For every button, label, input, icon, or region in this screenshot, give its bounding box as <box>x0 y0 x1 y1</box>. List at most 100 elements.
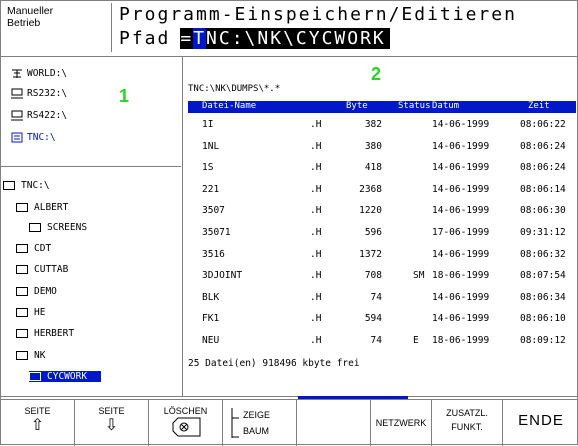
file-ext: .H <box>310 140 322 152</box>
tree-icon <box>231 408 239 438</box>
serial-port-icon <box>11 88 23 99</box>
tree-item-screens[interactable]: SCREENS <box>29 222 87 233</box>
file-status: E <box>413 335 419 346</box>
file-name: 221 <box>202 183 220 195</box>
file-row[interactable]: 221 .H 2368 14-06-1999 08:06:14 <box>188 184 576 202</box>
tree-label: CYCWORK <box>47 371 88 382</box>
path-label: Pfad <box>119 28 171 49</box>
network-icon <box>12 69 22 78</box>
tree-item-he[interactable]: HE <box>16 307 45 318</box>
softkey-label: ZUSATZL. <box>446 408 488 418</box>
softkey-page-up[interactable]: SEITE ⇧ <box>1 399 75 446</box>
tree-label: HERBERT <box>34 328 75 339</box>
drive-tnc[interactable]: TNC:\ <box>11 132 56 143</box>
file-date: 14-06-1999 <box>432 205 490 217</box>
tree-item-tnc[interactable]: TNC:\ <box>3 180 50 191</box>
file-size: 1372 <box>359 248 382 260</box>
tree-label: CDT <box>34 243 52 254</box>
drive-world[interactable]: WORLD:\ <box>11 68 67 79</box>
tree-item-cdt[interactable]: CDT <box>16 243 51 254</box>
softkey-empty[interactable] <box>297 399 371 446</box>
column-byte[interactable]: Byte <box>346 101 368 111</box>
tree-item-cycwork[interactable]: CYCWORK <box>29 371 102 382</box>
softkey-label: NETZWERK <box>375 418 427 428</box>
header-bar: Manueller Betrieb Programm-Einspeichern/… <box>1 1 578 57</box>
drive-label: TNC:\ <box>27 132 56 143</box>
file-date: 14-06-1999 <box>432 162 490 174</box>
tree-item-albert[interactable]: ALBERT <box>16 202 68 213</box>
file-name: FK1 <box>202 313 220 325</box>
column-date[interactable]: Datum <box>432 101 459 111</box>
file-date: 14-06-1999 <box>432 313 490 325</box>
softkey-show-tree[interactable]: ZEIGE BAUM <box>223 399 297 446</box>
softkey-end[interactable]: ENDE <box>503 399 578 446</box>
softkey-page-down[interactable]: SEITE ⇩ <box>75 399 149 446</box>
softkey-network[interactable]: NETZWERK <box>371 399 432 446</box>
file-size: 1220 <box>359 205 382 217</box>
file-size: 418 <box>364 162 382 174</box>
file-row[interactable]: 1S .H 418 14-06-1999 08:06:24 <box>188 162 576 180</box>
tree-label: DEMO <box>34 286 57 297</box>
tree-item-nk[interactable]: NK <box>16 350 45 361</box>
file-row[interactable]: BLK .H 74 14-06-1999 08:06:34 <box>188 292 576 310</box>
softkey-delete[interactable]: LÖSCHEN <box>149 399 223 446</box>
tree-label: HE <box>34 307 46 318</box>
softkey-label: FUNKT. <box>451 422 483 432</box>
drive-rs422[interactable]: RS422:\ <box>11 110 67 121</box>
file-time: 08:06:10 <box>520 313 566 325</box>
file-row[interactable]: 3507 .H 1220 14-06-1999 08:06:30 <box>188 205 576 223</box>
file-time: 08:06:34 <box>520 291 566 303</box>
file-list-footer: 25 Datei(en) 918496 kbyte frei <box>188 358 360 369</box>
delete-icon <box>172 417 200 437</box>
file-row[interactable]: 1I .H 382 14-06-1999 08:06:22 <box>188 119 576 137</box>
path-field[interactable]: Pfad =TNC:\NK\CYCWORK <box>119 28 390 50</box>
tree-label: SCREENS <box>47 222 88 233</box>
file-date: 14-06-1999 <box>432 291 490 303</box>
tree-item-cuttab[interactable]: CUTTAB <box>16 264 68 275</box>
column-name[interactable]: Datei-Name <box>202 101 256 111</box>
marker-1: 1 <box>119 86 130 106</box>
folder-icon <box>16 329 28 338</box>
file-row[interactable]: 35071 .H 596 17-06-1999 09:31:12 <box>188 227 576 245</box>
file-time: 08:09:12 <box>520 335 566 346</box>
page-title: Programm-Einspeichern/Editieren <box>119 4 517 25</box>
file-size: 708 <box>364 270 382 282</box>
column-time[interactable]: Zeit <box>528 101 550 111</box>
arrow-down-icon: ⇩ <box>104 417 119 434</box>
drive-icon <box>11 132 23 143</box>
file-date: 17-06-1999 <box>432 227 490 238</box>
tree-label: ALBERT <box>34 202 69 213</box>
softkey-label: ZEIGE <box>243 410 271 420</box>
file-date: 18-06-1999 <box>432 335 490 346</box>
file-ext: .H <box>310 227 322 238</box>
file-time: 08:06:22 <box>520 119 566 130</box>
file-size: 74 <box>370 291 382 303</box>
file-ext: .H <box>310 335 322 346</box>
file-row[interactable]: FK1 .H 594 14-06-1999 08:06:10 <box>188 313 576 331</box>
file-time: 08:07:54 <box>520 270 566 282</box>
tree-label: NK <box>34 350 46 361</box>
path-prefix: = <box>180 28 194 49</box>
tree-label: CUTTAB <box>34 264 69 275</box>
file-ext: .H <box>310 205 322 217</box>
file-time: 08:06:32 <box>520 248 566 260</box>
softkey-label: BAUM <box>243 426 270 436</box>
file-row[interactable]: 3516 .H 1372 14-06-1999 08:06:32 <box>188 249 576 267</box>
file-name: 1NL <box>202 140 220 152</box>
file-time: 08:06:24 <box>520 162 566 174</box>
tree-item-herbert[interactable]: HERBERT <box>16 328 74 339</box>
file-row[interactable]: NEU .H 74 E 18-06-1999 08:09:12 <box>188 335 576 353</box>
drive-rs232[interactable]: RS232:\ <box>11 88 67 99</box>
serial-port-icon <box>11 110 23 121</box>
file-row[interactable]: 1NL .H 380 14-06-1999 08:06:24 <box>188 141 576 159</box>
file-size: 594 <box>364 313 382 325</box>
folder-icon <box>16 308 28 317</box>
file-row[interactable]: 3DJOINT .H 708 SM 18-06-1999 08:07:54 <box>188 270 576 288</box>
tree-item-demo[interactable]: DEMO <box>16 286 57 297</box>
file-name: BLK <box>202 291 220 303</box>
file-list-header: Datei-Name Byte Status Datum Zeit <box>188 101 576 113</box>
folder-icon <box>16 203 28 212</box>
file-ext: .H <box>310 270 322 282</box>
softkey-extra-functions[interactable]: ZUSATZL. FUNKT. <box>432 399 503 446</box>
column-status[interactable]: Status <box>398 101 431 111</box>
